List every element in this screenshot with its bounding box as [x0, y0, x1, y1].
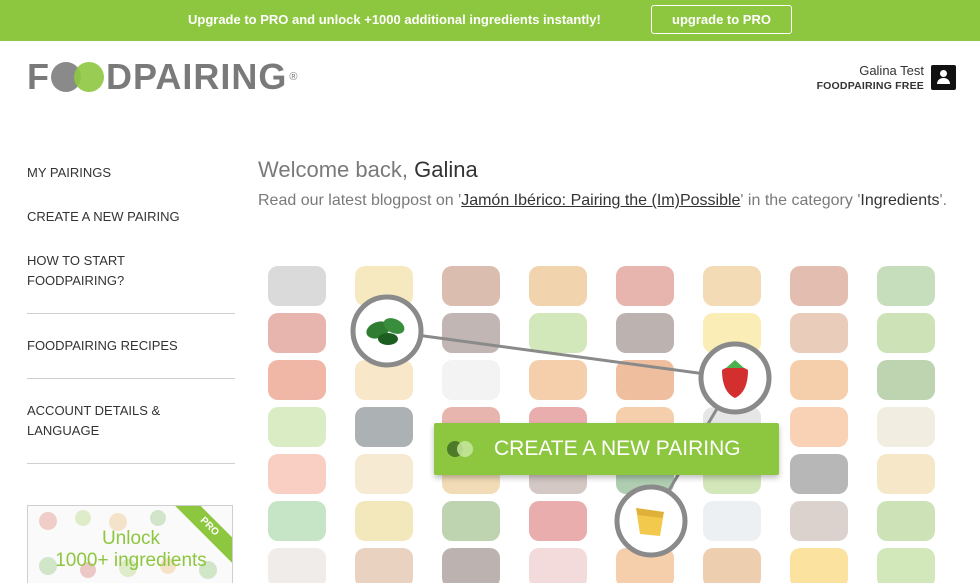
- pairing-overlay: [350, 294, 772, 558]
- create-pairing-label: CREATE A NEW PAIRING: [494, 437, 741, 460]
- strawberry-icon[interactable]: [698, 341, 772, 415]
- cheese-icon[interactable]: [614, 484, 688, 558]
- spinach-icon[interactable]: [350, 294, 424, 368]
- create-new-pairing-button[interactable]: CREATE A NEW PAIRING: [434, 423, 779, 475]
- pairing-circles-icon: [447, 441, 477, 457]
